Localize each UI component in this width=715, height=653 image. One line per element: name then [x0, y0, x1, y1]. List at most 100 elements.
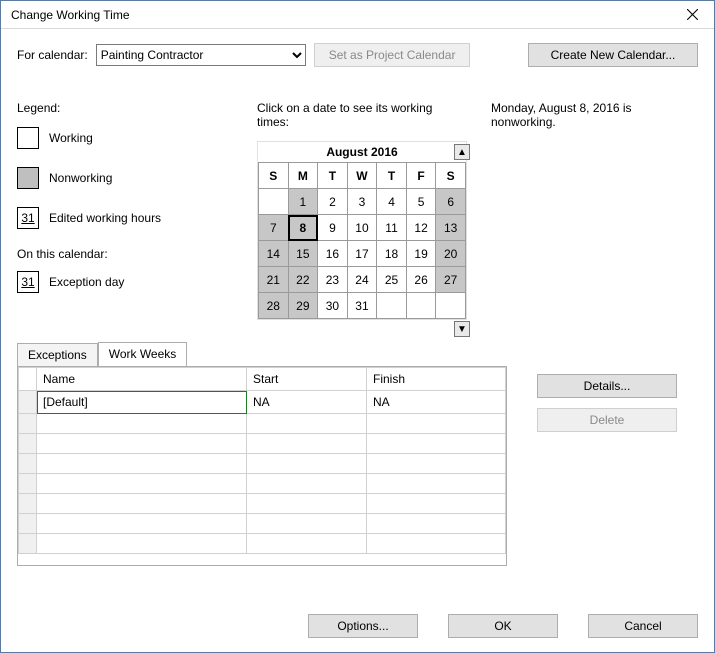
- grid-cell[interactable]: [367, 514, 506, 534]
- calendar-combo[interactable]: Painting Contractor: [96, 44, 306, 66]
- row-header[interactable]: [19, 494, 37, 514]
- calendar-day[interactable]: 9: [318, 215, 348, 241]
- calendar-day[interactable]: 25: [377, 267, 407, 293]
- grid-cell[interactable]: [37, 534, 247, 554]
- calendar-day[interactable]: 19: [406, 241, 436, 267]
- cal-day-header: S: [436, 163, 466, 189]
- row-header[interactable]: [19, 454, 37, 474]
- grid-cell[interactable]: [37, 434, 247, 454]
- grid-section: Name Start Finish [Default]NANA Details.…: [17, 366, 698, 566]
- close-button[interactable]: [670, 1, 714, 29]
- calendar-day[interactable]: 6: [436, 189, 466, 215]
- row-header[interactable]: [19, 474, 37, 494]
- exception-swatch: 31: [17, 271, 39, 293]
- row-header-blank: [19, 368, 37, 391]
- grid-cell[interactable]: [367, 414, 506, 434]
- grid-cell[interactable]: [37, 414, 247, 434]
- tab-exceptions[interactable]: Exceptions: [17, 343, 98, 367]
- row-header[interactable]: [19, 414, 37, 434]
- calendar-day[interactable]: 22: [288, 267, 318, 293]
- grid-cell[interactable]: [247, 454, 367, 474]
- calendar-day[interactable]: 16: [318, 241, 348, 267]
- grid-cell[interactable]: [247, 494, 367, 514]
- calendar-day[interactable]: 7: [259, 215, 289, 241]
- calendar-day[interactable]: 21: [259, 267, 289, 293]
- for-calendar-label: For calendar:: [17, 48, 88, 62]
- calendar-day[interactable]: 17: [347, 241, 377, 267]
- calendar-day[interactable]: 11: [377, 215, 407, 241]
- calendar-day: [406, 293, 436, 319]
- work-weeks-grid[interactable]: Name Start Finish [Default]NANA: [17, 366, 507, 566]
- calendar-month-label: August 2016: [258, 142, 466, 162]
- grid-cell[interactable]: NA: [247, 391, 367, 414]
- grid-cell[interactable]: [247, 414, 367, 434]
- cal-day-header: T: [377, 163, 407, 189]
- calendar-select[interactable]: Painting Contractor: [96, 44, 306, 66]
- ok-button[interactable]: OK: [448, 614, 558, 638]
- cal-day-header: T: [318, 163, 348, 189]
- next-month-button[interactable]: ▼: [454, 321, 470, 337]
- calendar-day[interactable]: 18: [377, 241, 407, 267]
- grid-cell[interactable]: [367, 534, 506, 554]
- row-header[interactable]: [19, 434, 37, 454]
- row-header[interactable]: [19, 391, 37, 414]
- calendar-day[interactable]: 29: [288, 293, 318, 319]
- calendar-day[interactable]: 1: [288, 189, 318, 215]
- dialog-content: For calendar: Painting Contractor Set as…: [1, 29, 714, 604]
- grid-cell[interactable]: [247, 474, 367, 494]
- grid-cell[interactable]: [367, 454, 506, 474]
- options-button[interactable]: Options...: [308, 614, 418, 638]
- legend: Legend: Working Nonworking 31 Edited wor…: [17, 101, 247, 320]
- calendar-day[interactable]: 8: [288, 215, 318, 241]
- calendar-day[interactable]: 26: [406, 267, 436, 293]
- legend-exception-label: Exception day: [49, 275, 124, 289]
- calendar-day[interactable]: 27: [436, 267, 466, 293]
- row-header[interactable]: [19, 514, 37, 534]
- grid-cell[interactable]: [37, 494, 247, 514]
- details-button[interactable]: Details...: [537, 374, 677, 398]
- calendar-day[interactable]: 10: [347, 215, 377, 241]
- calendar-day[interactable]: 14: [259, 241, 289, 267]
- titlebar: Change Working Time: [1, 1, 714, 29]
- row-header[interactable]: [19, 534, 37, 554]
- calendar-day[interactable]: 30: [318, 293, 348, 319]
- calendar-day[interactable]: 28: [259, 293, 289, 319]
- calendar-day: [259, 189, 289, 215]
- calendar-day[interactable]: 2: [318, 189, 348, 215]
- calendar-day[interactable]: 13: [436, 215, 466, 241]
- calendar-day[interactable]: 20: [436, 241, 466, 267]
- grid-cell[interactable]: [367, 494, 506, 514]
- grid-cell[interactable]: [367, 474, 506, 494]
- calendar-day[interactable]: 5: [406, 189, 436, 215]
- change-working-time-dialog: Change Working Time For calendar: Painti…: [0, 0, 715, 653]
- calendar-day[interactable]: 3: [347, 189, 377, 215]
- middle-section: Legend: Working Nonworking 31 Edited wor…: [17, 101, 698, 320]
- close-icon: [687, 9, 698, 20]
- calendar-day[interactable]: 24: [347, 267, 377, 293]
- grid-cell[interactable]: [37, 474, 247, 494]
- grid-cell[interactable]: [Default]: [37, 391, 247, 414]
- create-new-calendar-button[interactable]: Create New Calendar...: [528, 43, 698, 67]
- calendar-day[interactable]: 31: [347, 293, 377, 319]
- grid-cell[interactable]: [247, 514, 367, 534]
- cancel-button[interactable]: Cancel: [588, 614, 698, 638]
- col-name[interactable]: Name: [37, 368, 247, 391]
- grid-cell[interactable]: [247, 534, 367, 554]
- calendar-day[interactable]: 12: [406, 215, 436, 241]
- legend-working-label: Working: [49, 131, 93, 145]
- grid-cell[interactable]: [367, 434, 506, 454]
- col-finish[interactable]: Finish: [367, 368, 506, 391]
- legend-edited: 31 Edited working hours: [17, 207, 247, 229]
- calendar-day[interactable]: 23: [318, 267, 348, 293]
- grid-cell[interactable]: [37, 454, 247, 474]
- col-start[interactable]: Start: [247, 368, 367, 391]
- calendar-day[interactable]: 4: [377, 189, 407, 215]
- grid-cell[interactable]: NA: [367, 391, 506, 414]
- grid-cell[interactable]: [37, 514, 247, 534]
- legend-heading: Legend:: [17, 101, 247, 115]
- calendar-day[interactable]: 15: [288, 241, 318, 267]
- tab-work-weeks[interactable]: Work Weeks: [98, 342, 188, 366]
- grid-cell[interactable]: [247, 434, 367, 454]
- cal-day-header: M: [288, 163, 318, 189]
- calendar-grid[interactable]: SMTWTFS 12345678910111213141516171819202…: [258, 162, 466, 319]
